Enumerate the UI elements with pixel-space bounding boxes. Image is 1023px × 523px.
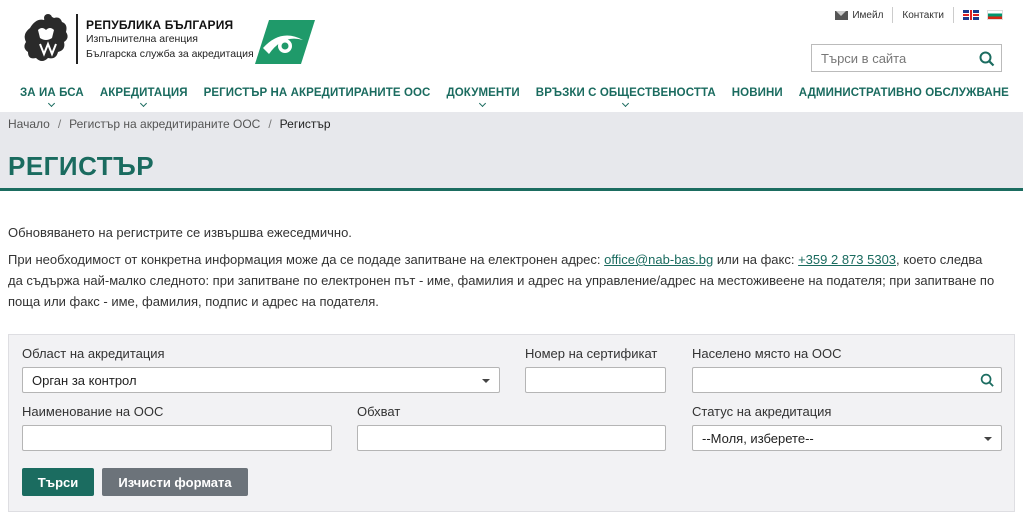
- area-select[interactable]: Орган за контрол: [22, 367, 500, 393]
- chevron-down-icon: [479, 99, 487, 108]
- breadcrumb-separator: /: [57, 117, 62, 131]
- status-select-value: --Моля, изберете--: [702, 430, 814, 446]
- logo-divider: [76, 14, 78, 64]
- breadcrumb-separator: /: [268, 117, 272, 131]
- title-underline: [0, 188, 1023, 191]
- intro-paragraph-2: При необходимост от конкретна информация…: [8, 249, 998, 312]
- clear-form-button[interactable]: Изчисти формата: [102, 468, 248, 496]
- divider: [892, 7, 894, 23]
- bulgarian-flag-icon[interactable]: [987, 10, 1003, 20]
- intro-paragraph-1: Обновяването на регистрите се извършва е…: [8, 225, 352, 240]
- page-title: РЕГИСТЪР: [8, 151, 155, 181]
- agency-logo-icon[interactable]: [255, 20, 315, 64]
- nav-item-label: РЕГИСТЪР НА АКРЕДИТИРАНИТЕ ООС: [203, 87, 431, 99]
- site-search-input[interactable]: [812, 45, 972, 71]
- scope-label: Обхват: [357, 404, 401, 419]
- email-link[interactable]: Имейл: [852, 10, 883, 21]
- nav-item-label: АКРЕДИТАЦИЯ: [99, 87, 188, 99]
- fax-number-link[interactable]: +359 2 873 5303: [798, 252, 896, 267]
- dropdown-arrow-icon: [482, 379, 490, 383]
- nav-item-documents[interactable]: ДОКУМЕНТИ: [446, 87, 520, 108]
- intro-text-part: или на факс:: [713, 252, 799, 267]
- logo-line-3: Българска служба за акредитация: [86, 48, 254, 60]
- breadcrumb-home[interactable]: Начало: [8, 117, 50, 131]
- mail-icon[interactable]: [835, 10, 849, 20]
- area-select-value: Орган за контрол: [32, 372, 137, 388]
- nav-item-label: ВРЪЗКИ С ОБЩЕСТВЕНОСТТА: [535, 87, 716, 99]
- site-search: [811, 44, 1002, 72]
- body-name-input[interactable]: [22, 425, 332, 451]
- nav-item-administrative-services[interactable]: АДМИНИСТРАТИВНО ОБСЛУЖВАНЕ: [799, 87, 1009, 99]
- breadcrumb-register-list[interactable]: Регистър на акредитираните ООС: [69, 117, 260, 131]
- breadcrumb-current: Регистър: [279, 117, 331, 131]
- logo-text: РЕПУБЛИКА БЪЛГАРИЯ Изпълнителна агенция …: [86, 10, 254, 62]
- nav-item-public-relations[interactable]: ВРЪЗКИ С ОБЩЕСТВЕНОСТТА: [535, 87, 716, 108]
- title-band: Начало / Регистър на акредитираните ООС …: [0, 112, 1023, 188]
- english-flag-icon[interactable]: [963, 10, 979, 20]
- nav-item-label: АДМИНИСТРАТИВНО ОБСЛУЖВАНЕ: [798, 87, 1009, 99]
- site-logo[interactable]: РЕПУБЛИКА БЪЛГАРИЯ Изпълнителна агенция …: [20, 10, 254, 68]
- locality-label: Населено място на ООС: [692, 346, 842, 361]
- contacts-link[interactable]: Контакти: [902, 10, 944, 21]
- nav-item-label: ЗА ИА БСА: [20, 87, 84, 99]
- search-icon: [980, 373, 994, 387]
- nav-item-news[interactable]: НОВИНИ: [732, 87, 783, 99]
- search-button[interactable]: Търси: [22, 468, 94, 496]
- certificate-number-label: Номер на сертификат: [525, 346, 658, 361]
- register-search-form: Област на акредитация Орган за контрол Н…: [8, 334, 1015, 512]
- nav-item-about[interactable]: ЗА ИА БСА: [20, 87, 84, 108]
- intro-text: Обновяването на регистрите се извършва е…: [8, 222, 998, 318]
- coat-of-arms-icon: [24, 14, 68, 61]
- area-label: Област на акредитация: [22, 346, 165, 361]
- status-select[interactable]: --Моля, изберете--: [692, 425, 1002, 451]
- nav-item-accreditation[interactable]: АКРЕДИТАЦИЯ: [99, 87, 188, 108]
- scope-input[interactable]: [357, 425, 666, 451]
- main-nav: ЗА ИА БСА АКРЕДИТАЦИЯ РЕГИСТЪР НА АКРЕДИ…: [20, 87, 1023, 108]
- status-label: Статус на акредитация: [692, 404, 832, 419]
- breadcrumb: Начало / Регистър на акредитираните ООС …: [8, 117, 331, 131]
- nav-item-label: НОВИНИ: [731, 87, 783, 99]
- nav-item-label: ДОКУМЕНТИ: [446, 87, 520, 99]
- nav-item-register[interactable]: РЕГИСТЪР НА АКРЕДИТИРАНИТЕ ООС: [204, 87, 431, 99]
- chevron-down-icon: [621, 99, 629, 108]
- intro-text-part: При необходимост от конкретна информация…: [8, 252, 605, 267]
- email-address-link[interactable]: office@nab-bas.bg: [604, 252, 713, 267]
- dropdown-arrow-icon: [984, 437, 992, 441]
- logo-line-1: РЕПУБЛИКА БЪЛГАРИЯ: [86, 18, 234, 32]
- chevron-down-icon: [47, 99, 55, 108]
- certificate-number-input[interactable]: [525, 367, 666, 393]
- logo-line-2: Изпълнителна агенция: [86, 33, 198, 45]
- locality-input[interactable]: [692, 367, 1002, 393]
- body-name-label: Наименование на ООС: [22, 404, 164, 419]
- search-icon[interactable]: [979, 51, 995, 67]
- chevron-down-icon: [139, 99, 147, 108]
- divider: [953, 7, 954, 23]
- site-header: РЕПУБЛИКА БЪЛГАРИЯ Изпълнителна агенция …: [0, 0, 1023, 112]
- top-links: Имейл Контакти: [835, 7, 1003, 23]
